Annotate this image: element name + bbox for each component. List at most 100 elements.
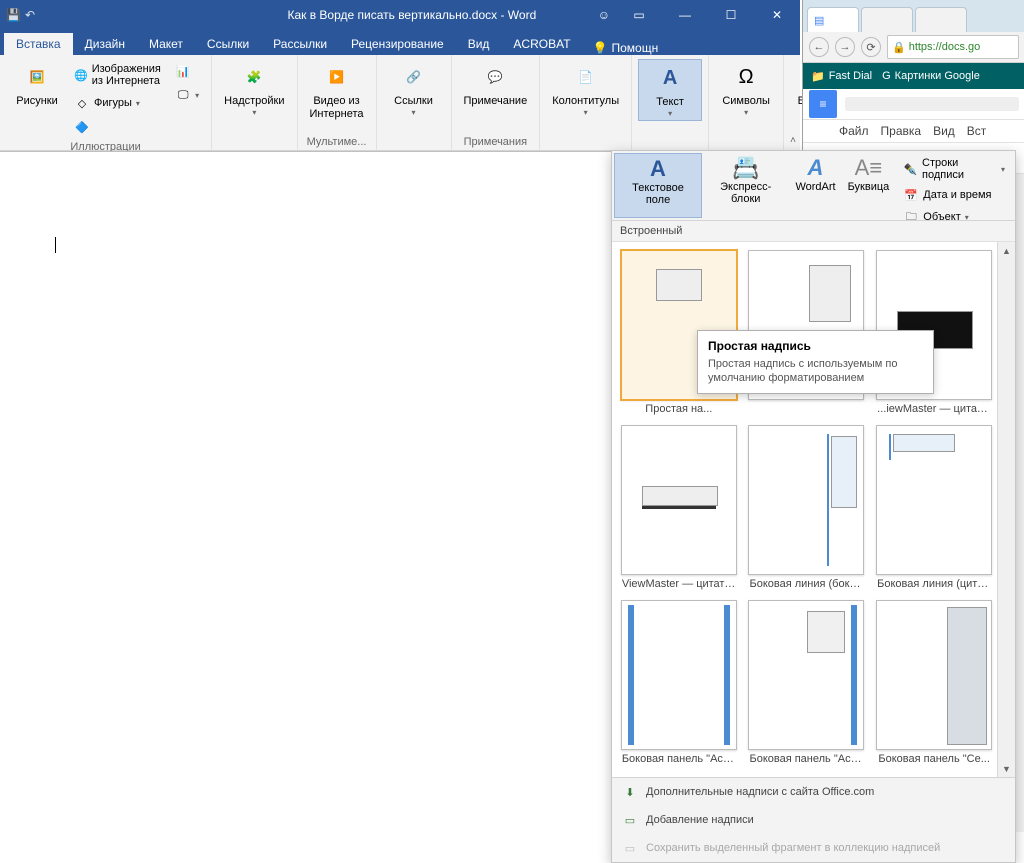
gdocs-title-placeholder[interactable] (845, 97, 1019, 111)
bookmark-google-images[interactable]: GКартинки Google (882, 70, 980, 82)
tell-me[interactable]: 💡Помощн (593, 41, 659, 55)
tell-me-label: Помощн (612, 41, 659, 55)
folder-icon: 📁 (811, 70, 825, 83)
chart-icon: 📊 (175, 63, 191, 79)
dropcap-dropdown[interactable]: A≡ Буквица (842, 153, 896, 218)
tab-review[interactable]: Рецензирование (339, 33, 456, 55)
collapse-ribbon-button[interactable]: ˄ (790, 135, 796, 146)
wordart-icon: A (800, 155, 832, 181)
chrome-tab[interactable] (915, 7, 967, 32)
scroll-down-icon[interactable]: ▼ (998, 760, 1015, 777)
screenshot-button[interactable]: 🖵▾ (173, 85, 201, 105)
ribbon-tabs: Вставка Дизайн Макет Ссылки Рассылки Рец… (0, 30, 800, 55)
object-button[interactable]: 🗀Объект▾ (899, 207, 1009, 227)
textbox-dropdown[interactable]: A Текстовое поле (614, 153, 702, 218)
back-button[interactable]: ← (809, 37, 829, 57)
scroll-up-icon[interactable]: ▲ (998, 242, 1015, 259)
ribbon: 🖼️ Рисунки 🌐Изображения из Интернета ◇Фи… (0, 55, 800, 151)
tab-design[interactable]: Дизайн (73, 33, 137, 55)
url-text: https://docs.go (909, 41, 981, 53)
pictures-button[interactable]: 🖼️ Рисунки (6, 59, 68, 110)
maximize-button[interactable]: ☐ (708, 0, 754, 30)
addins-button[interactable]: 🧩 Надстройки ▾ (218, 59, 290, 119)
online-video-button[interactable]: ▶️ Видео из Интернета (304, 59, 370, 123)
tab-references[interactable]: Ссылки (195, 33, 261, 55)
comment-button[interactable]: 💬 Примечание (458, 59, 534, 110)
header-icon: 📄 (570, 61, 602, 93)
bookmark-fastdial[interactable]: 📁 Fast Dial (811, 70, 872, 83)
group-label-multimedia: Мультиме... (304, 134, 370, 150)
menu-edit[interactable]: Правка (881, 124, 922, 138)
tab-acrobat[interactable]: ACROBAT (501, 33, 582, 55)
feedback-icon[interactable]: ☺ (598, 8, 610, 22)
menu-insert[interactable]: Вст (967, 124, 987, 138)
textbox-gallery: Простая на... ...iewMaster — цитата... V… (612, 242, 1015, 777)
headers-label: Колонтитулы (552, 95, 619, 108)
links-button[interactable]: 🔗 Ссылки ▾ (383, 59, 445, 119)
undo-icon[interactable]: ↶ (25, 8, 35, 22)
text-button[interactable]: A Текст ▾ (638, 59, 702, 121)
reload-button[interactable]: ⟳ (861, 37, 881, 57)
chart-button[interactable]: 📊 (173, 61, 201, 81)
ribbon-display-button[interactable]: ▭ (616, 0, 662, 30)
calendar-icon: 📅 (903, 187, 919, 203)
pictures-label: Рисунки (16, 95, 58, 108)
links-label: Ссылки (394, 95, 433, 108)
tab-mailings[interactable]: Рассылки (261, 33, 339, 55)
globe-icon: 🌐 (74, 67, 88, 83)
forward-button[interactable]: → (835, 37, 855, 57)
url-field[interactable]: 🔒https://docs.go (887, 35, 1019, 59)
symbols-button[interactable]: Ω Символы ▾ (715, 59, 777, 119)
menu-view[interactable]: Вид (933, 124, 955, 138)
link-icon: 🔗 (398, 61, 430, 93)
shapes-label: Фигуры (94, 97, 132, 109)
tooltip-title: Простая надпись (708, 339, 923, 353)
online-video-label: Видео из Интернета (310, 95, 364, 121)
tab-layout[interactable]: Макет (137, 33, 195, 55)
gallery-item[interactable]: Боковая панель "Асп... (620, 600, 738, 765)
group-label-addins (218, 134, 290, 150)
wordart-dropdown[interactable]: A WordArt (789, 153, 841, 218)
bookmark-label: Fast Dial (829, 70, 872, 82)
gallery-item-label: Боковая панель "Асп... (622, 753, 736, 765)
online-images-button[interactable]: 🌐Изображения из Интернета (72, 61, 165, 89)
more-from-office-button[interactable]: ⬇ Дополнительные надписи с сайта Office.c… (612, 778, 1015, 806)
shapes-button[interactable]: ◇Фигуры▾ (72, 93, 165, 113)
quickparts-dropdown[interactable]: 📇 Экспресс-блоки (702, 153, 789, 218)
chrome-tab[interactable] (861, 7, 913, 32)
gdocs-menu: Файл Правка Вид Вст (803, 120, 1024, 142)
save-icon[interactable]: 💾 (6, 8, 21, 22)
quickparts-label: Экспресс-блоки (708, 181, 783, 205)
gallery-item[interactable]: Боковая панель "Се... (875, 600, 993, 765)
datetime-button[interactable]: 📅Дата и время (899, 185, 1009, 205)
chevron-down-icon: ▾ (965, 213, 969, 222)
close-button[interactable]: ✕ (754, 0, 800, 30)
textbox-icon: A (642, 156, 674, 182)
gallery-item-label: ...iewMaster — цитата... (877, 403, 991, 415)
smartart-button[interactable]: 🔷 (72, 117, 165, 137)
titlebar: 💾 ↶ Как в Ворде писать вертикально.docx … (0, 0, 800, 30)
gallery-item[interactable]: ViewMaster — цитата... (620, 425, 738, 590)
footer-more-label: Дополнительные надписи с сайта Office.co… (646, 786, 874, 798)
chevron-down-icon: ▾ (744, 108, 748, 117)
screenshot-icon: 🖵 (175, 87, 191, 103)
footer-save-label: Сохранить выделенный фрагмент в коллекци… (646, 842, 940, 854)
gallery-item[interactable]: Боковая панель "Асп... (748, 600, 866, 765)
headers-button[interactable]: 📄 Колонтитулы ▾ (546, 59, 625, 119)
gdocs-logo-icon[interactable]: ≡ (809, 90, 837, 118)
quickparts-icon: 📇 (730, 155, 762, 181)
chevron-down-icon: ▾ (136, 99, 140, 108)
menu-file[interactable]: Файл (839, 124, 869, 138)
tab-view[interactable]: Вид (456, 33, 502, 55)
chrome-tab[interactable]: ▤ (807, 7, 859, 32)
minimize-button[interactable]: — (662, 0, 708, 30)
signature-line-button[interactable]: ✒️Строки подписи▾ (899, 155, 1009, 183)
office-icon: ⬇ (622, 784, 638, 800)
gallery-item[interactable]: Боковая линия (цита... (875, 425, 993, 590)
gallery-item[interactable]: Боковая линия (боко... (748, 425, 866, 590)
gallery-scrollbar[interactable]: ▲ ▼ (997, 242, 1015, 777)
draw-textbox-button[interactable]: ▭Добавление надписи (612, 806, 1015, 834)
store-icon: 🧩 (238, 61, 270, 93)
smartart-icon: 🔷 (74, 119, 90, 135)
tab-insert[interactable]: Вставка (4, 33, 73, 55)
